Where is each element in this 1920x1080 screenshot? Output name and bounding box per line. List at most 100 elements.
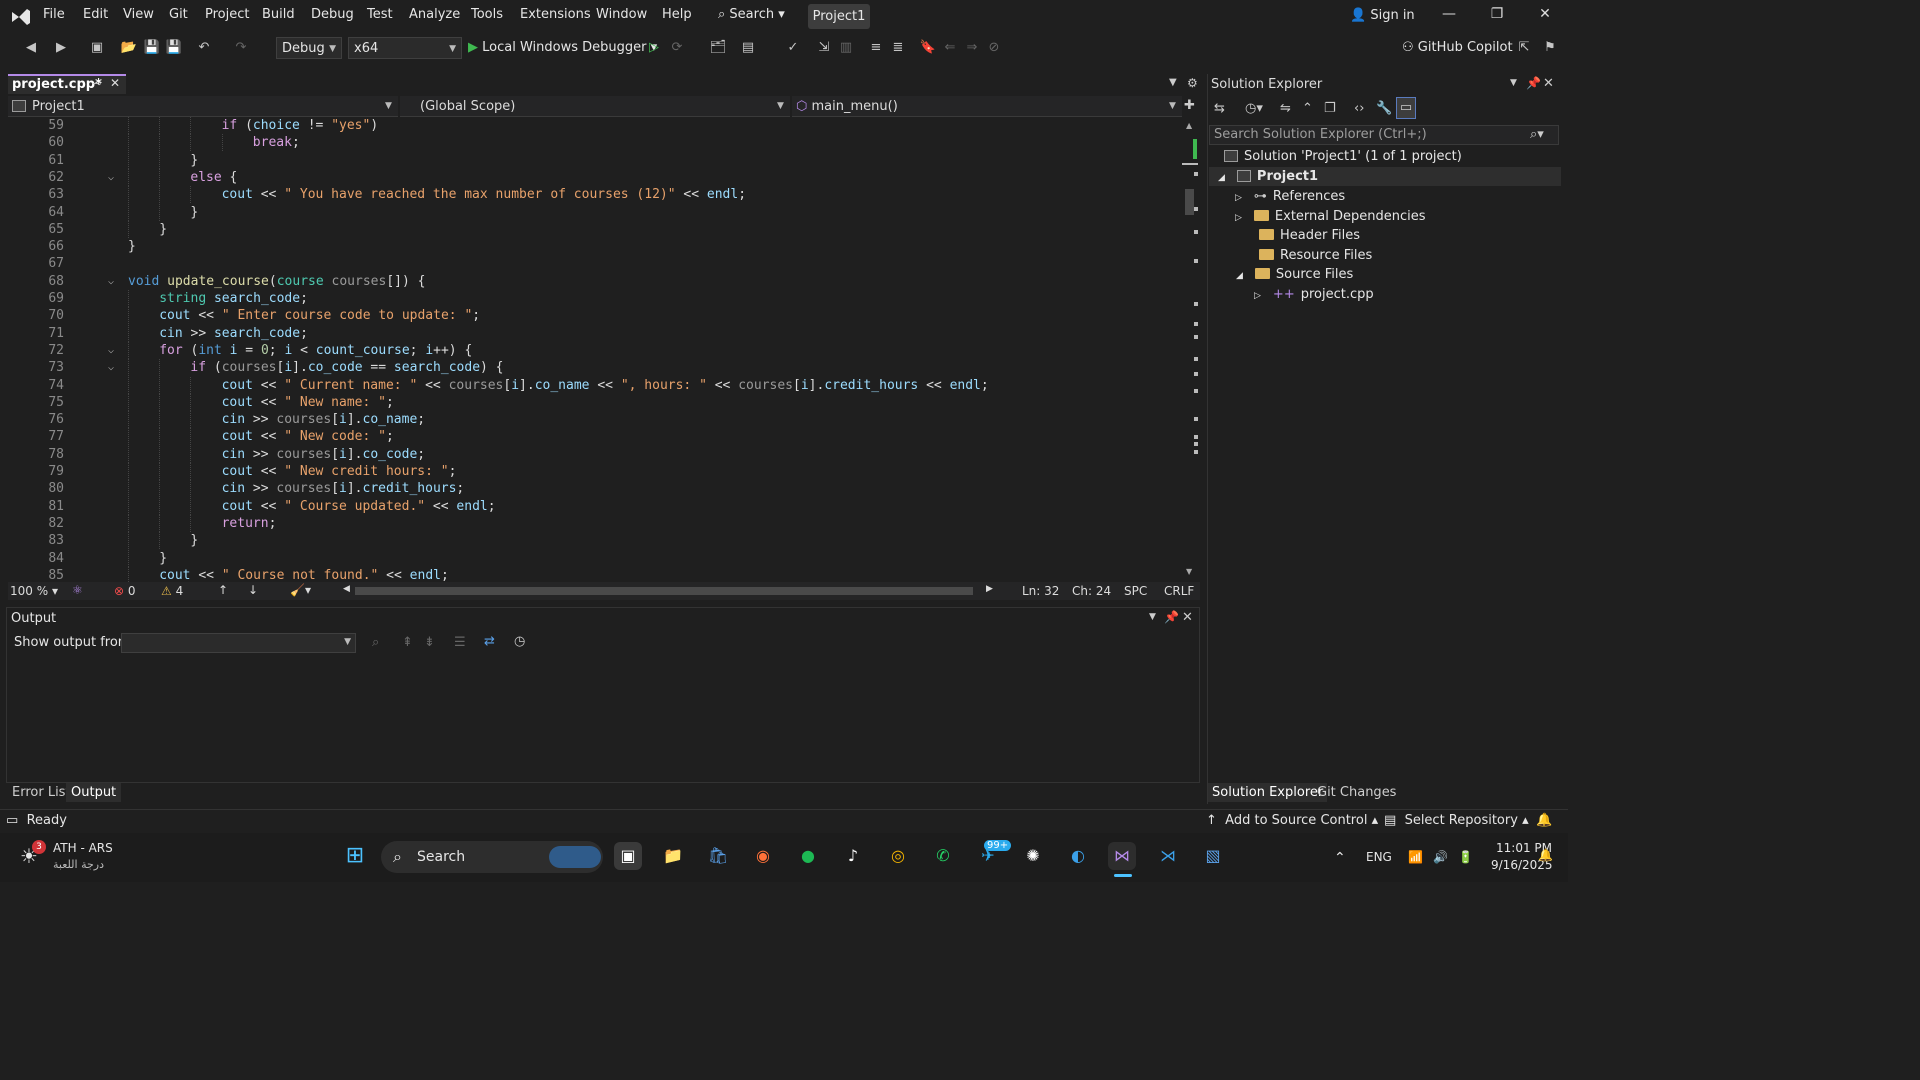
save-icon[interactable]: 💾 <box>143 40 161 56</box>
add-to-source-control-button[interactable]: ↑ Add to Source Control ▴ <box>1206 813 1378 828</box>
wifi-icon[interactable]: 📶 <box>1408 850 1423 864</box>
menu-view[interactable]: View <box>123 7 154 22</box>
open-folder-icon[interactable]: 📂 <box>120 40 138 56</box>
menu-git[interactable]: Git <box>169 7 188 22</box>
pending-changes-icon[interactable]: ◷▾ <box>1245 101 1263 116</box>
view-code-icon[interactable]: ‹› <box>1354 101 1364 116</box>
step-icon[interactable]: ⇲ <box>815 40 833 56</box>
code-line[interactable]: 63 cout << " You have reached the max num… <box>8 186 1180 204</box>
settings-gear-icon[interactable]: ⚙ <box>1187 76 1198 90</box>
code-line[interactable]: 68 ⌵ void update_course(course courses[]) … <box>8 273 1180 290</box>
undo-icon[interactable]: ↶ <box>195 40 213 56</box>
hot-reload-icon[interactable]: ⟳ <box>668 40 686 56</box>
tab-list-icon[interactable]: ▼ <box>1169 77 1177 88</box>
pin-icon[interactable]: ⊸ <box>92 77 101 90</box>
code-line[interactable]: 61} <box>8 151 1180 169</box>
scroll-left-icon[interactable]: ◀ <box>343 584 350 594</box>
back-icon[interactable]: ◀ <box>22 40 40 56</box>
task-view-icon[interactable]: ▣ <box>614 842 642 870</box>
notification-center-icon[interactable]: 🔔 <box>1538 848 1553 862</box>
code-line[interactable]: 74 cout << " Current name: " << courses[i… <box>8 376 1180 394</box>
solution-folder-icon[interactable]: 🗂 <box>709 40 727 56</box>
feedback-icon[interactable]: ⚑ <box>1541 40 1559 56</box>
pin-icon[interactable]: 📌 <box>1164 610 1179 624</box>
sign-in-button[interactable]: 👤 Sign in <box>1350 8 1415 23</box>
edge-icon[interactable]: ◐ <box>1064 842 1092 870</box>
scrollbar-thumb[interactable] <box>1185 189 1194 215</box>
timestamp-icon[interactable]: ◷ <box>514 634 525 649</box>
tree-external-dependencies[interactable]: ▷ External Dependencies <box>1235 209 1426 224</box>
code-line[interactable]: 79 cout << " New credit hours: "; <box>8 463 1180 480</box>
error-count[interactable]: ⊗ 0 <box>114 584 136 598</box>
minimize-icon[interactable]: — <box>1434 6 1464 22</box>
tab-error-list[interactable]: Error List <box>12 785 71 800</box>
code-line[interactable]: 84} <box>8 549 1180 567</box>
fold-chevron-icon[interactable]: ⌵ <box>108 342 114 359</box>
scroll-down-icon[interactable]: ▼ <box>1186 567 1192 576</box>
fold-chevron-icon[interactable]: ⌵ <box>108 359 114 376</box>
menu-build[interactable]: Build <box>262 7 295 22</box>
line-ending-indicator[interactable]: CRLF <box>1164 584 1194 598</box>
switch-views-icon[interactable]: ⇆ <box>1214 101 1225 116</box>
platform-select[interactable]: x64 ▼ <box>348 37 462 59</box>
start-debugger-button[interactable]: ▶ Local Windows Debugger ▾ <box>468 40 657 55</box>
scroll-up-icon[interactable]: ▲ <box>1186 121 1192 130</box>
redo-icon[interactable]: ↷ <box>232 40 250 56</box>
word-wrap-icon[interactable]: ⇄ <box>484 634 495 649</box>
pin-icon[interactable]: 📌 <box>1526 76 1541 90</box>
menu-help[interactable]: Help <box>662 7 692 22</box>
zoom-select[interactable]: 100 % ▾ <box>10 584 58 598</box>
collapse-all-icon[interactable]: ⌃ <box>1302 101 1313 116</box>
tree-source-files[interactable]: ◢ Source Files <box>1236 267 1353 282</box>
spell-check-icon[interactable]: ✓ <box>784 40 802 56</box>
horizontal-scrollbar-thumb[interactable] <box>355 587 973 595</box>
menu-tools[interactable]: Tools <box>471 7 503 22</box>
firefox-icon[interactable]: ◉ <box>749 842 777 870</box>
intellicode-icon[interactable]: ⚛ <box>72 583 83 597</box>
code-editor[interactable]: 59 if (choice != "yes") 60 break; 61} 62 ⌵ else… <box>8 117 1180 582</box>
visual-studio-logo-icon[interactable] <box>10 6 32 28</box>
menu-edit[interactable]: Edit <box>83 7 108 22</box>
tiktok-icon[interactable]: ♪ <box>839 842 867 870</box>
menu-file[interactable]: File <box>43 7 65 22</box>
code-line[interactable]: 72 ⌵ for (int i = 0; i < count_course; i++… <box>8 341 1180 359</box>
code-line[interactable]: 71 cin >> search_code; <box>8 324 1180 342</box>
prev-bookmark-icon[interactable]: ⇐ <box>941 40 959 56</box>
tree-references[interactable]: ▷ ⊶ References <box>1235 189 1345 204</box>
close-panel-icon[interactable]: ✕ <box>1182 610 1193 625</box>
vertical-scrollbar[interactable]: ▲ ▼ <box>1182 117 1198 582</box>
start-menu-icon[interactable]: ⊞ <box>341 842 369 870</box>
code-line[interactable]: 59 if (choice != "yes") <box>8 117 1180 134</box>
code-line[interactable]: 65} <box>8 220 1180 238</box>
code-line[interactable]: 81 cout << " Course updated." << endl; <box>8 497 1180 515</box>
solution-search-input[interactable]: Search Solution Explorer (Ctrl+;) <box>1209 125 1559 145</box>
show-hidden-icons-icon[interactable]: ⌃ <box>1334 850 1346 866</box>
code-line[interactable]: 69 string search_code; <box>8 290 1180 307</box>
code-line[interactable]: 67 <box>8 255 1180 272</box>
battery-icon[interactable]: 🔋 <box>1458 850 1473 864</box>
code-line[interactable]: 76 cin >> courses[i].co_name; <box>8 411 1180 429</box>
app-icon[interactable]: ▧ <box>1199 842 1227 870</box>
output-source-select[interactable]: ▼ <box>121 633 356 653</box>
previous-issue-icon[interactable]: ↑ <box>218 583 228 597</box>
tree-project-cpp[interactable]: ▷ ++ project.cpp <box>1254 287 1374 302</box>
tab-project-cpp[interactable]: project.cpp* ⊸ ✕ <box>8 74 126 94</box>
forward-icon[interactable]: ▶ <box>52 40 70 56</box>
menu-analyze[interactable]: Analyze <box>409 7 460 22</box>
search-button[interactable]: ⌕ Search ▾ <box>718 7 785 22</box>
taskbar-search[interactable]: ⌕ Search <box>381 841 603 873</box>
github-copilot-button[interactable]: ⚇ GitHub Copilot <box>1402 40 1513 55</box>
restore-icon[interactable]: ❐ <box>1482 6 1512 22</box>
fold-chevron-icon[interactable]: ⌵ <box>108 169 114 186</box>
clear-all-icon[interactable]: ☰ <box>454 635 466 650</box>
weather-title[interactable]: ATH - ARS <box>53 841 113 855</box>
menu-test[interactable]: Test <box>367 7 393 22</box>
char-indicator[interactable]: Ch: 24 <box>1072 584 1111 598</box>
select-repository-button[interactable]: ▤ Select Repository ▴ <box>1384 813 1529 828</box>
tree-solution[interactable]: Solution 'Project1' (1 of 1 project) <box>1224 149 1462 164</box>
line-indicator[interactable]: Ln: 32 <box>1022 584 1059 598</box>
properties-icon[interactable]: 🔧 <box>1376 101 1392 116</box>
vscode-icon[interactable]: ⋊ <box>1154 842 1182 870</box>
column-icon[interactable]: ▥ <box>837 40 855 56</box>
scroll-right-icon[interactable]: ▶ <box>986 584 993 594</box>
